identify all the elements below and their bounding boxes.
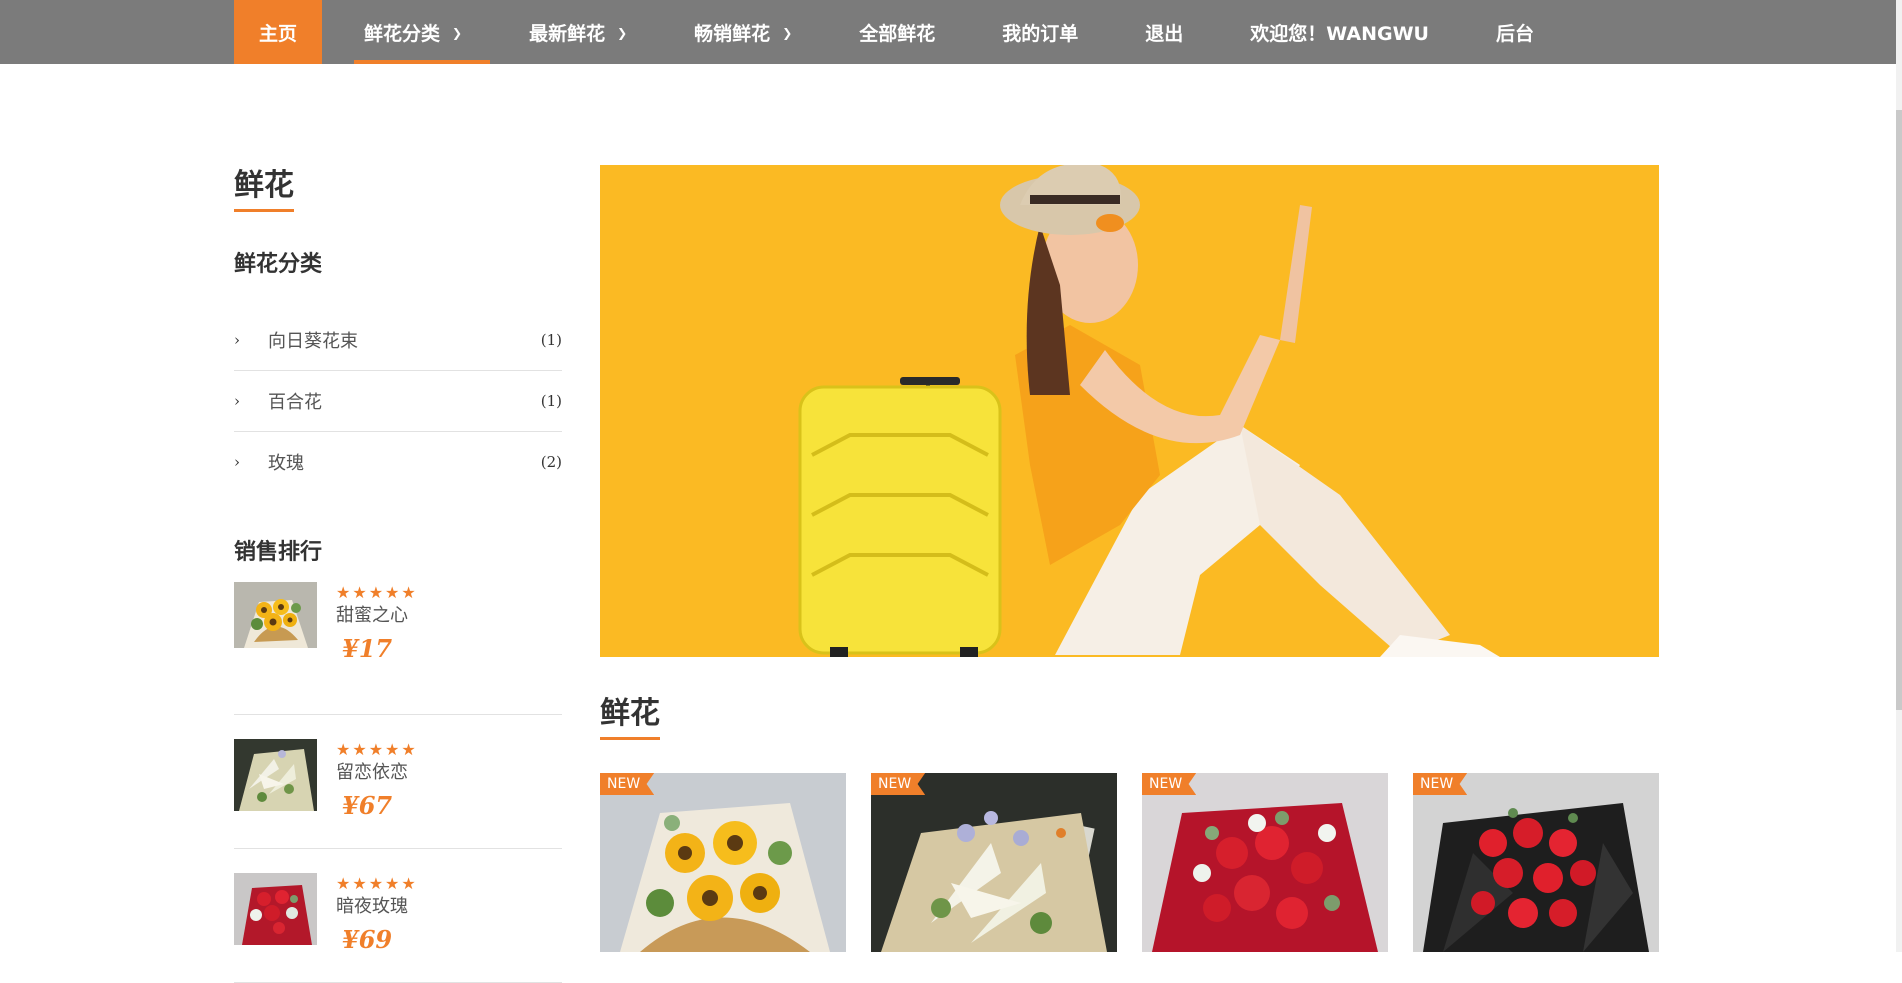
page-scrollbar[interactable] — [1896, 0, 1902, 952]
product-price: ¥67 — [342, 791, 393, 820]
nav-admin[interactable]: 后台 — [1496, 0, 1534, 64]
rating-stars-icon: ★★★★★ — [336, 740, 418, 759]
category-item[interactable]: › 百合花 (1) — [234, 371, 562, 432]
nav-logout[interactable]: 退出 — [1145, 0, 1183, 64]
new-badge: NEW — [1413, 773, 1468, 795]
nav-my-orders[interactable]: 我的订单 — [1002, 0, 1078, 64]
product-price: ¥17 — [342, 634, 393, 663]
sidebar: 鲜花 鲜花分类 › 向日葵花束 (1) › 百合花 (1) › 玫瑰 (2) 销… — [234, 160, 562, 983]
rating-stars-icon: ★★★★★ — [336, 583, 418, 602]
nav-home-label: 主页 — [259, 22, 298, 45]
category-item[interactable]: › 玫瑰 (2) — [234, 432, 562, 492]
chevron-right-icon: › — [234, 453, 240, 471]
chevron-right-icon: › — [234, 331, 240, 349]
nav-bestseller[interactable]: 畅销鲜花 ❯ — [694, 0, 792, 64]
product-price: ¥69 — [342, 925, 393, 954]
chevron-down-icon: ❯ — [617, 26, 628, 40]
product-thumbnail[interactable] — [234, 582, 317, 648]
chevron-down-icon: ❯ — [782, 26, 793, 40]
nav-categories[interactable]: 鲜花分类 ❯ — [354, 0, 491, 64]
product-card[interactable]: NEW — [1142, 773, 1388, 952]
sidebar-title: 鲜花 — [234, 160, 294, 212]
banner-image — [600, 165, 1659, 657]
product-card[interactable]: NEW — [600, 773, 846, 952]
new-badge: NEW — [871, 773, 926, 795]
ranking-title: 销售排行 — [234, 540, 323, 565]
category-title: 鲜花分类 — [234, 252, 323, 277]
new-badge: NEW — [600, 773, 655, 795]
rating-stars-icon: ★★★★★ — [336, 874, 418, 893]
category-item[interactable]: › 向日葵花束 (1) — [234, 310, 562, 371]
product-grid: NEW NEW NEW NEW — [600, 773, 1659, 952]
top-nav-bar: 主页 鲜花分类 ❯ 最新鲜花 ❯ 畅销鲜花 ❯ 全部鲜花 我的订单 退出 欢迎您… — [0, 0, 1896, 64]
hero-banner[interactable] — [600, 165, 1659, 657]
product-image — [1142, 773, 1388, 952]
nav-newest-label: 最新鲜花 — [529, 22, 606, 45]
product-thumbnail[interactable] — [234, 739, 317, 811]
nav-categories-label: 鲜花分类 — [364, 22, 441, 45]
product-name[interactable]: 暗夜玫瑰 — [336, 895, 418, 919]
product-name[interactable]: 留恋依恋 — [336, 761, 418, 785]
section-title: 鲜花 — [600, 688, 660, 740]
nav-active-underline — [354, 60, 491, 64]
chevron-right-icon: › — [234, 392, 240, 410]
nav-bestseller-label: 畅销鲜花 — [694, 22, 771, 45]
ranking-item[interactable]: ★★★★★ 暗夜玫瑰 ¥69 — [234, 849, 562, 983]
section-header: 鲜花 — [600, 688, 660, 740]
chevron-down-icon: ❯ — [452, 26, 463, 40]
nav-newest[interactable]: 最新鲜花 ❯ — [529, 0, 627, 64]
nav-home[interactable]: 主页 — [234, 0, 323, 64]
new-badge: NEW — [1142, 773, 1197, 795]
product-image — [871, 773, 1117, 952]
nav-welcome-user[interactable]: 欢迎您！WANGWU — [1250, 0, 1429, 64]
product-image — [1413, 773, 1659, 952]
nav-all-flowers[interactable]: 全部鲜花 — [859, 0, 935, 64]
ranking-list: ★★★★★ 甜蜜之心 ¥17 ★★★★★ 留恋依恋 ¥67 ★★★★★ 暗夜玫瑰… — [234, 582, 562, 983]
product-card[interactable]: NEW — [1413, 773, 1659, 952]
ranking-item[interactable]: ★★★★★ 留恋依恋 ¥67 — [234, 715, 562, 849]
category-list: › 向日葵花束 (1) › 百合花 (1) › 玫瑰 (2) — [234, 310, 562, 492]
scrollbar-thumb[interactable] — [1896, 110, 1902, 710]
ranking-item[interactable]: ★★★★★ 甜蜜之心 ¥17 — [234, 582, 562, 715]
product-card[interactable]: NEW — [871, 773, 1117, 952]
product-image — [600, 773, 846, 952]
product-name[interactable]: 甜蜜之心 — [336, 604, 418, 628]
main-nav: 主页 鲜花分类 ❯ 最新鲜花 ❯ 畅销鲜花 ❯ 全部鲜花 我的订单 退出 欢迎您… — [234, 0, 1534, 64]
product-thumbnail[interactable] — [234, 873, 317, 945]
